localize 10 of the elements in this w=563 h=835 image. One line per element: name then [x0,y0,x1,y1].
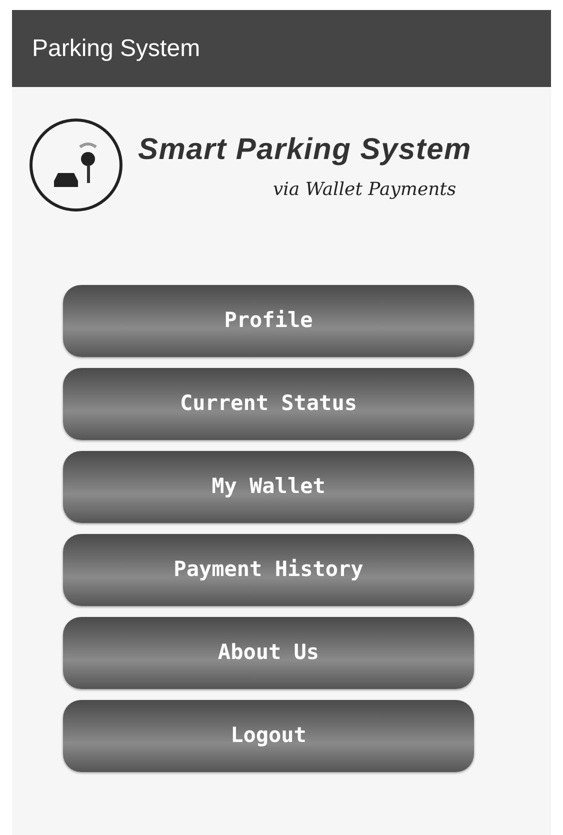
menu-button[interactable]: My Wallet [63,451,474,523]
logo-title: Smart Parking System [138,132,472,168]
parking-logo-icon [28,117,124,213]
logo-subtitle: via Wallet Payments [273,178,458,202]
app-title: Parking System [32,34,200,64]
menu-button[interactable]: About Us [63,617,474,689]
menu-button[interactable]: Profile [63,285,474,357]
menu-button[interactable]: Logout [63,700,474,772]
menu-button[interactable]: Current Status [63,368,474,440]
menu-button[interactable]: Payment History [63,534,474,606]
